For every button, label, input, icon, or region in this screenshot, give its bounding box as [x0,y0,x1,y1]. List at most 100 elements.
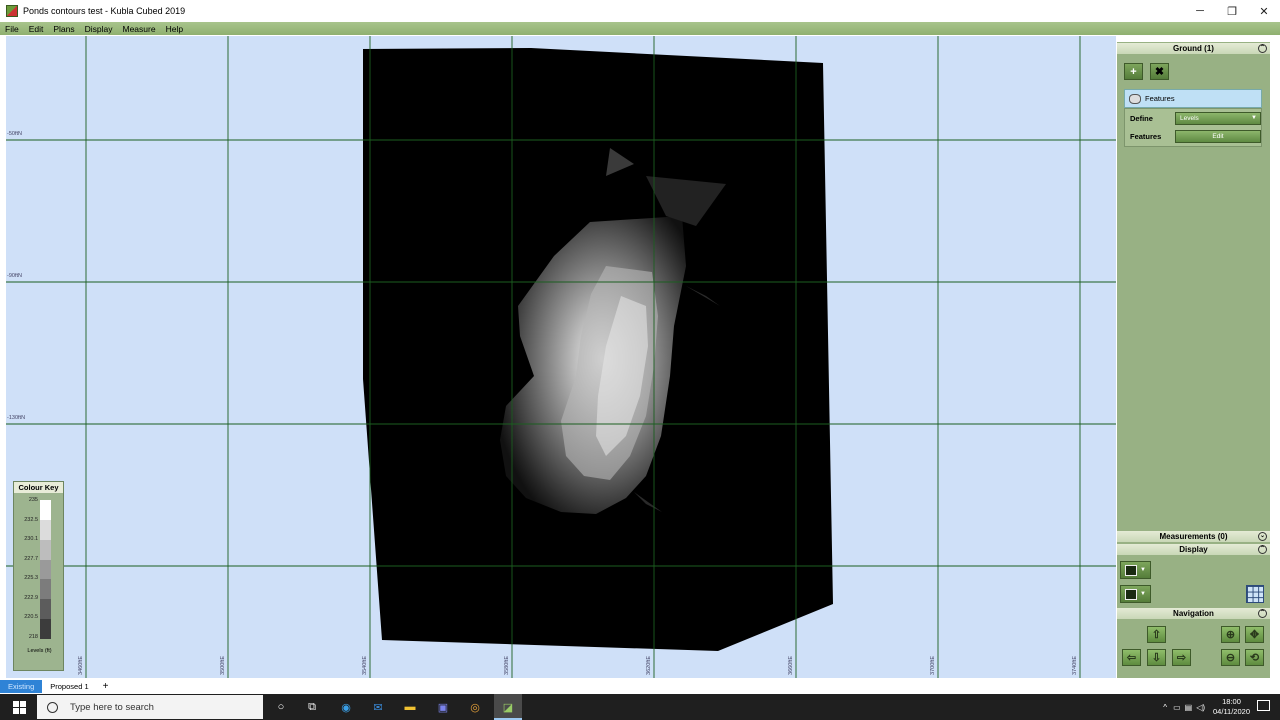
measurements-section-header[interactable]: Measurements (0) ⌄ [1117,531,1270,542]
teams-icon[interactable]: ▣ [434,698,452,716]
task-view-icon[interactable]: ⧉ [303,698,321,716]
grid-label-east: 3580ftE [504,656,510,675]
taskbar-clock[interactable]: 18:00 04/11/2020 [1213,697,1250,717]
menu-display[interactable]: Display [80,24,118,34]
menu-help[interactable]: Help [161,24,188,34]
colour-key-level: 218 [28,634,38,640]
pan-right-icon[interactable]: ⇨ [1172,649,1191,666]
collapse-up-icon[interactable]: ⌃ [1258,44,1267,53]
collapse-up-icon[interactable]: ⌃ [1258,609,1267,618]
minimize-button[interactable]: ─ [1184,0,1216,22]
chevron-down-icon: ▼ [1140,567,1146,573]
pan-up-icon[interactable]: ⇧ [1147,626,1166,643]
close-button[interactable]: ✕ [1248,0,1280,22]
colour-swatch [40,559,51,580]
colour-key-level: 225.3 [24,575,38,581]
ground-section-header[interactable]: Ground (1) ⌃ [1117,43,1270,54]
zoom-extents-icon[interactable]: ✥ [1245,626,1264,643]
restore-button[interactable]: ❐ [1216,0,1248,22]
mail-icon[interactable]: ✉ [369,698,387,716]
define-dropdown[interactable]: Levels ▼ [1175,112,1261,125]
windows-taskbar: Type here to search ○ ⧉ ◉ ✉ ▬ ▣ ◎ ◪ ^ ▭ … [0,694,1280,720]
grid-label-east: 3660ftE [788,656,794,675]
colour-key-units: Levels (ft) [27,648,52,654]
add-ground-button[interactable]: + [1124,63,1143,80]
cortana-icon[interactable]: ○ [272,698,290,716]
notifications-icon[interactable] [1257,700,1270,711]
delete-ground-button[interactable]: ✖ [1150,63,1169,80]
edge-browser-icon[interactable]: ◉ [337,698,355,716]
grid-label-east: 3500ftE [220,656,226,675]
layers-icon [1125,588,1137,600]
zoom-in-icon[interactable]: ⊕ [1221,626,1240,643]
grid-label-north: -50ftN [7,131,22,137]
colour-key-level: 232.5 [24,517,38,523]
chrome-icon[interactable]: ◎ [466,698,484,716]
terrain-canvas[interactable] [6,36,1116,678]
features-label: Features [1130,132,1162,141]
expand-down-icon[interactable]: ⌄ [1258,532,1267,541]
layer-display-dropdown[interactable]: ▼ [1120,585,1151,603]
search-placeholder: Type here to search [70,701,154,713]
chevron-down-icon: ▼ [1140,591,1146,597]
define-dropdown-value: Levels [1180,115,1199,122]
terrain-view-icon [1125,564,1137,576]
search-icon [47,701,58,713]
right-side-panel: Ground (1) ⌃ + ✖ Features Define Levels … [1117,42,1270,678]
rotate-view-icon[interactable]: ⟲ [1245,649,1264,666]
window-controls: ─ ❐ ✕ [1184,0,1280,22]
3d-viewport[interactable]: -50ftN -90ftN -130ftN 3460ftE 3500ftE 35… [6,36,1116,678]
grid-label-north: -130ftN [7,415,26,421]
clock-date: 04/11/2020 [1213,707,1250,716]
display-mode-dropdown[interactable]: ▼ [1120,561,1151,579]
features-item-label: Features [1145,94,1175,103]
pan-left-icon[interactable]: ⇦ [1122,649,1141,666]
grid-label-east: 3460ftE [78,656,84,675]
navigation-section-header[interactable]: Navigation ⌃ [1117,608,1270,619]
zoom-out-icon[interactable]: ⊖ [1221,649,1240,666]
menu-measure[interactable]: Measure [118,24,161,34]
menu-edit[interactable]: Edit [24,24,49,34]
tab-existing[interactable]: Existing [0,680,43,693]
colour-key-ramp [40,500,51,640]
grid-toggle-icon[interactable] [1246,585,1264,603]
battery-icon[interactable]: ▭ [1173,703,1181,712]
display-section-header[interactable]: Display ⌃ [1117,544,1270,555]
pan-down-icon[interactable]: ⇩ [1147,649,1166,666]
display-header-label: Display [1179,545,1208,554]
colour-swatch [40,579,51,600]
network-icon[interactable]: ▤ [1185,703,1193,712]
colour-swatch [40,500,51,520]
features-properties: Define Levels ▼ Features Edit [1124,108,1262,147]
grid-label-east: 3620ftE [646,656,652,675]
colour-key-level: 230.1 [24,536,38,542]
colour-key-level: 222.9 [24,595,38,601]
grid-label-east: 3740ftE [1072,656,1078,675]
ground-header-label: Ground (1) [1173,44,1214,53]
menu-plans[interactable]: Plans [48,24,79,34]
colour-swatch [40,619,51,640]
colour-key-level: 235 [28,497,38,503]
define-label: Define [1130,114,1153,123]
menu-file[interactable]: File [0,24,24,34]
features-layer-icon [1129,93,1141,104]
tab-proposed-1[interactable]: Proposed 1 [42,680,96,693]
volume-icon[interactable]: ◁) [1196,703,1205,712]
kubla-app-icon [6,5,18,17]
measurements-header-label: Measurements (0) [1159,532,1228,541]
windows-start-icon[interactable] [13,701,26,714]
clock-time: 18:00 [1222,697,1241,706]
collapse-up-icon[interactable]: ⌃ [1258,545,1267,554]
colour-key-panel: Colour Key 235 232.5 230.1 227.7 225.3 2… [13,481,64,671]
tray-expand-icon[interactable]: ^ [1163,703,1167,712]
add-tab-button[interactable]: + [97,680,115,693]
taskbar-search-box[interactable]: Type here to search [37,695,263,719]
menu-bar: File Edit Plans Display Measure Help [0,22,1280,35]
chevron-down-icon: ▼ [1251,115,1257,121]
kubla-app-icon: ◪ [502,701,514,714]
colour-swatch [40,539,51,560]
surface-tabs: Existing Proposed 1 + [0,679,1280,694]
features-list-item[interactable]: Features [1124,89,1262,108]
file-explorer-icon[interactable]: ▬ [401,698,419,716]
edit-features-button[interactable]: Edit [1175,130,1261,143]
